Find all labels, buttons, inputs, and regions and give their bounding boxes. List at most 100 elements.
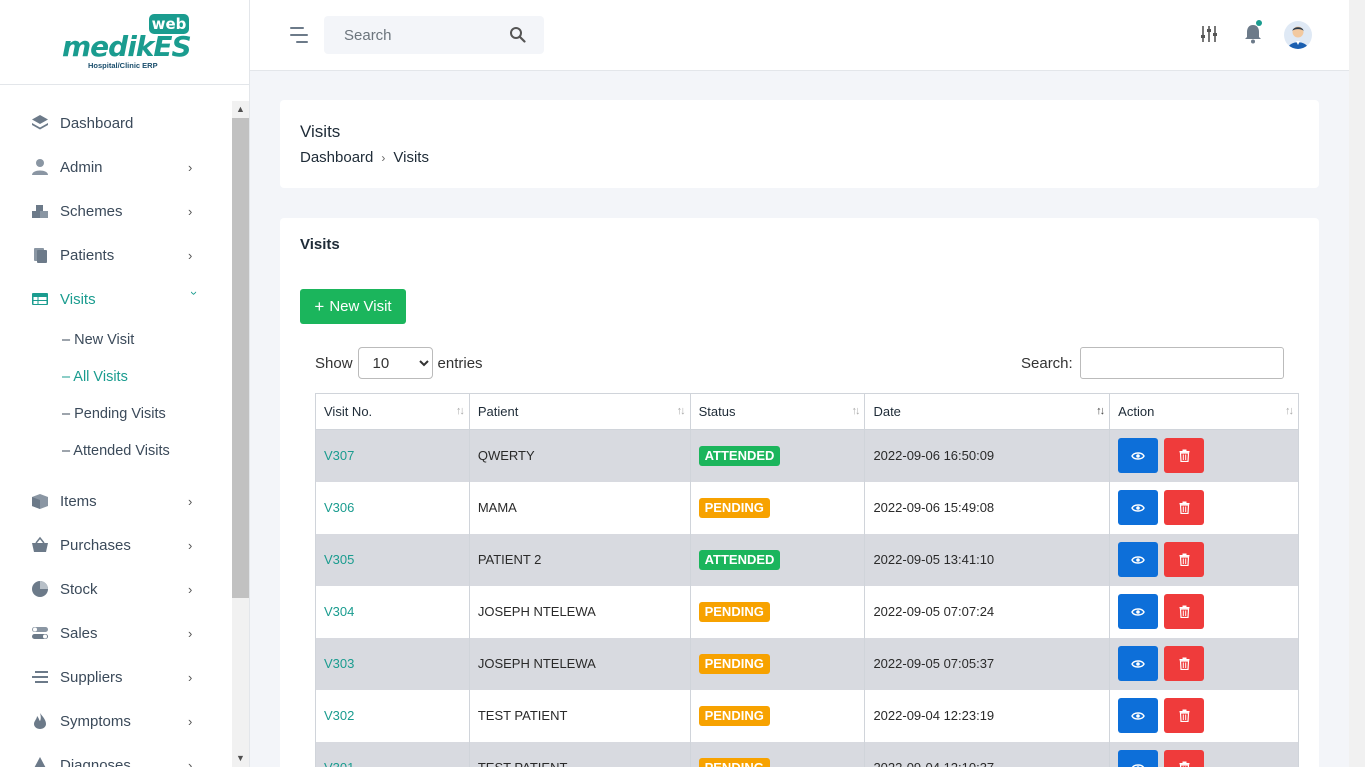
sidebar-item-items[interactable]: Items ›: [0, 479, 231, 523]
bell-icon[interactable]: [1244, 24, 1262, 49]
sidebar-item-stock[interactable]: Stock ›: [0, 567, 231, 611]
layers-icon: [30, 113, 50, 133]
delete-button[interactable]: [1164, 542, 1205, 577]
sidebar-item-label: Dashboard: [60, 114, 134, 132]
patient-name: MAMA: [469, 481, 691, 534]
sidebar-subitem-new-visit[interactable]: – New Visit: [0, 321, 231, 358]
sidebar-scrollbar-thumb[interactable]: [232, 118, 249, 598]
sidebar-subitem-attended-visits[interactable]: – Attended Visits: [0, 432, 231, 469]
new-visit-button[interactable]: + New Visit: [300, 289, 406, 324]
brand-badge: web: [149, 14, 189, 34]
sidebar-subitem-all-visits[interactable]: – All Visits: [0, 358, 231, 395]
sidebar-item-dashboard[interactable]: Dashboard: [0, 101, 231, 145]
col-action[interactable]: Action ↑↓: [1109, 393, 1299, 430]
page-size-select[interactable]: 10: [357, 347, 433, 379]
col-status[interactable]: Status ↑↓: [690, 393, 866, 430]
sort-icon: ↑↓: [851, 405, 860, 417]
table-row: V303 JOSEPH NTELEWA PENDING 2022-09-05 07:0…: [315, 637, 1299, 690]
settings-sliders-icon[interactable]: [1199, 24, 1219, 49]
page-scrollbar[interactable]: [1349, 0, 1365, 767]
sidebar-item-patients[interactable]: Patients ›: [0, 233, 231, 277]
visit-number-link[interactable]: V304: [315, 585, 470, 638]
search-icon[interactable]: [509, 26, 526, 48]
chevron-right-icon: ›: [188, 670, 193, 685]
col-visit-no[interactable]: Visit No. ↑↓: [315, 393, 470, 430]
view-button[interactable]: [1118, 438, 1159, 474]
view-button[interactable]: [1118, 542, 1159, 577]
table-row: V305 PATIENT 2 ATTENDED 2022-09-05 13:41:10: [315, 533, 1299, 586]
patient-name: QWERTY: [469, 429, 691, 482]
sidebar-item-schemes[interactable]: Schemes ›: [0, 189, 231, 233]
visit-number-link[interactable]: V305: [315, 533, 470, 586]
col-label: Patient: [477, 404, 519, 419]
view-button[interactable]: [1118, 750, 1159, 767]
delete-button[interactable]: [1164, 438, 1205, 474]
sidebar-item-purchases[interactable]: Purchases ›: [0, 523, 231, 567]
visit-number-link[interactable]: V306: [315, 481, 470, 534]
visit-number-link[interactable]: V307: [315, 429, 470, 482]
view-button[interactable]: [1118, 698, 1159, 733]
sidebar-item-label: Items: [60, 492, 97, 510]
status-badge: PENDING: [698, 601, 770, 622]
visit-date: 2022-09-06 15:49:08: [864, 481, 1111, 534]
status-badge: PENDING: [698, 757, 770, 767]
action-cell: [1109, 689, 1299, 742]
action-cell: [1109, 585, 1299, 638]
delete-button[interactable]: [1164, 750, 1205, 767]
plus-icon: +: [314, 296, 325, 316]
eye-icon: [1131, 711, 1145, 721]
sidebar-item-visits[interactable]: Visits ›: [0, 277, 231, 321]
sidebar-item-suppliers[interactable]: Suppliers ›: [0, 655, 231, 699]
delete-button[interactable]: [1164, 698, 1205, 733]
sidebar-item-label: Admin: [60, 158, 103, 176]
table-search-input[interactable]: [1079, 347, 1284, 379]
files-icon: [30, 245, 50, 265]
col-date[interactable]: Date ↑↓: [864, 393, 1111, 430]
sort-desc-icon: ↑↓: [1096, 405, 1105, 417]
entries-label: entries: [437, 354, 483, 372]
visit-date: 2022-09-04 12:23:19: [864, 689, 1111, 742]
scroll-up-icon[interactable]: ▲: [232, 101, 249, 118]
avatar[interactable]: [1284, 21, 1312, 49]
sidebar-subitem-pending-visits[interactable]: – Pending Visits: [0, 395, 231, 432]
chevron-right-icon: ›: [188, 582, 193, 597]
trash-icon: [1179, 709, 1190, 722]
trash-icon: [1179, 553, 1190, 566]
sidebar-item-label: Symptoms: [60, 712, 131, 730]
col-label: Date: [873, 404, 901, 419]
scroll-down-icon[interactable]: ▼: [232, 750, 249, 767]
view-button[interactable]: [1118, 490, 1159, 525]
sidebar-item-label: Suppliers: [60, 668, 123, 686]
search-input[interactable]: [324, 16, 494, 54]
visits-card-title: Visits: [300, 236, 340, 253]
breadcrumb-dashboard[interactable]: Dashboard: [300, 149, 373, 166]
view-button[interactable]: [1118, 594, 1159, 629]
sidebar-item-symptoms[interactable]: Symptoms ›: [0, 699, 231, 743]
user-icon: [30, 157, 50, 177]
col-patient[interactable]: Patient ↑↓: [469, 393, 691, 430]
status-cell: PENDING: [690, 585, 866, 638]
visit-number-link[interactable]: V303: [315, 637, 470, 690]
visit-number-link[interactable]: V302: [315, 689, 470, 742]
eye-icon: [1131, 555, 1145, 565]
sidebar-item-admin[interactable]: Admin ›: [0, 145, 231, 189]
delete-button[interactable]: [1164, 490, 1205, 525]
page-size-control: Show 10 entries: [315, 347, 483, 379]
menu-toggle-icon[interactable]: [290, 27, 310, 45]
view-button[interactable]: [1118, 646, 1159, 681]
delete-button[interactable]: [1164, 594, 1205, 629]
action-cell: [1109, 533, 1299, 586]
table-body: V307 QWERTY ATTENDED 2022-09-06 16:50:09 V30…: [315, 429, 1299, 767]
chevron-right-icon: ›: [188, 538, 193, 553]
brand-logo[interactable]: medikES web Hospital/Clinic ERP: [0, 0, 249, 85]
fire-icon: [30, 711, 50, 731]
status-badge: PENDING: [698, 653, 770, 674]
status-cell: ATTENDED: [690, 533, 866, 586]
eye-icon: [1131, 763, 1145, 767]
visit-number-link[interactable]: V301: [315, 741, 470, 767]
delete-button[interactable]: [1164, 646, 1205, 681]
table-header-row: Visit No. ↑↓ Patient ↑↓ Status ↑↓ Date ↑↓ Ac…: [315, 393, 1299, 430]
sidebar-item-sales[interactable]: Sales ›: [0, 611, 231, 655]
table-row: V302 TEST PATIENT PENDING 2022-09-04 12:23:…: [315, 689, 1299, 742]
sidebar-item-diagnoses[interactable]: Diagnoses ›: [0, 743, 231, 767]
